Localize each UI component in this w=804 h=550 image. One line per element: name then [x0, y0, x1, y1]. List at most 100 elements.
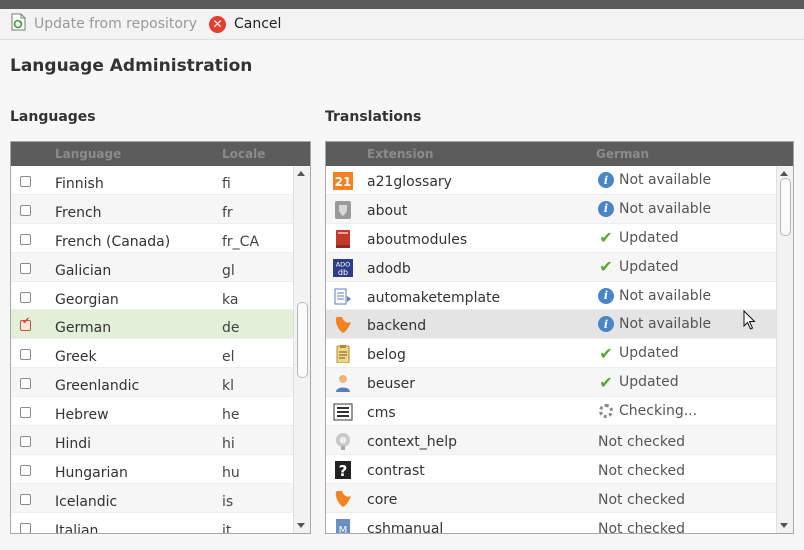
- language-checkbox[interactable]: [20, 493, 31, 505]
- column-header-extension[interactable]: Extension: [367, 147, 433, 161]
- languages-grid: Language Locale Finnish fi French fr French …: [10, 141, 311, 534]
- cancel-button[interactable]: ✕ Cancel: [209, 14, 281, 34]
- language-checkbox[interactable]: [20, 378, 31, 390]
- info-icon: i: [598, 172, 614, 188]
- translation-row[interactable]: core Not checked: [326, 483, 777, 513]
- translation-status: ✔ Updated: [598, 344, 678, 363]
- extension-name: belog: [367, 347, 406, 364]
- a21-icon: 21: [333, 172, 353, 190]
- language-checkbox[interactable]: [20, 291, 31, 303]
- language-row[interactable]: German de: [11, 310, 294, 340]
- translation-status: i Not available: [598, 287, 711, 304]
- translation-row[interactable]: Mcshmanual Not checked: [326, 513, 777, 533]
- language-row[interactable]: Greenlandic kl: [11, 368, 294, 398]
- language-row[interactable]: French (Canada) fr_CA: [11, 224, 294, 253]
- language-name: Greenlandic: [55, 378, 140, 395]
- extension-name: cms: [367, 405, 396, 422]
- translation-row[interactable]: cms Checking...: [326, 397, 777, 427]
- translation-status: i Not available: [598, 172, 711, 188]
- extension-name: about: [367, 202, 408, 219]
- translation-row[interactable]: ? contrast Not checked: [326, 455, 777, 484]
- cancel-icon: ✕: [209, 15, 226, 33]
- translation-row[interactable]: about i Not available: [326, 194, 777, 224]
- status-text: Not available: [619, 200, 712, 217]
- language-checkbox[interactable]: [20, 316, 31, 332]
- language-locale: he: [222, 407, 240, 424]
- extension-name: cshmanual: [367, 520, 444, 533]
- translation-row[interactable]: automaketemplate i Not available: [326, 282, 777, 311]
- language-locale: fi: [222, 176, 231, 192]
- checkmark-icon: ✔: [599, 257, 613, 277]
- language-row[interactable]: Hindi hi: [11, 426, 294, 455]
- language-row[interactable]: French fr: [11, 194, 294, 224]
- translation-row[interactable]: 21 a21glossary i Not available: [326, 166, 777, 195]
- language-checkbox[interactable]: [20, 233, 31, 245]
- extension-name: a21glossary: [367, 174, 452, 190]
- translations-scrollbar[interactable]: [776, 166, 793, 533]
- contrast-icon: ?: [333, 460, 353, 480]
- language-checkbox[interactable]: [20, 407, 31, 419]
- scroll-up-arrow[interactable]: [297, 171, 305, 176]
- language-row[interactable]: Greek el: [11, 339, 294, 369]
- language-row[interactable]: Italian it: [11, 513, 294, 533]
- scroll-down-arrow[interactable]: [780, 523, 788, 528]
- scroll-up-arrow[interactable]: [780, 171, 788, 176]
- info-icon: i: [598, 316, 614, 333]
- language-row[interactable]: Hungarian hu: [11, 455, 294, 484]
- translation-row[interactable]: belog ✔ Updated: [326, 339, 777, 369]
- language-checkbox[interactable]: [20, 262, 31, 274]
- status-text: Not checked: [598, 520, 685, 533]
- translation-status: ✔ Updated: [598, 257, 678, 277]
- language-name: Icelandic: [55, 493, 118, 510]
- language-row[interactable]: Finnish fi: [11, 166, 294, 195]
- language-locale: el: [222, 349, 235, 366]
- typo3-icon: [333, 490, 353, 508]
- language-name: French: [55, 204, 102, 221]
- adodb-icon: ADO db: [333, 258, 353, 277]
- translation-row[interactable]: context_help Not checked: [326, 426, 777, 455]
- translations-title: Translations: [325, 109, 422, 125]
- translation-row[interactable]: ADO db adodb ✔ Updated: [326, 252, 777, 282]
- language-name: Hindi: [55, 436, 92, 453]
- language-checkbox[interactable]: [20, 464, 31, 476]
- extension-name: core: [367, 491, 398, 508]
- update-from-repository-label: Update from repository: [34, 16, 197, 32]
- language-checkbox[interactable]: [20, 204, 31, 216]
- column-header-language[interactable]: Language: [55, 147, 121, 161]
- language-row[interactable]: Icelandic is: [11, 483, 294, 513]
- language-row[interactable]: Georgian ka: [11, 282, 294, 311]
- translation-status: Not checked: [598, 434, 685, 450]
- column-header-locale[interactable]: Locale: [222, 147, 265, 161]
- language-locale: de: [222, 320, 240, 337]
- language-name: Greek: [55, 349, 97, 366]
- translations-list: 21 a21glossary i Not available about i Not ava…: [326, 166, 777, 533]
- status-text: Not available: [619, 172, 712, 188]
- info-icon: i: [598, 200, 614, 217]
- extension-name: backend: [367, 318, 427, 335]
- language-row[interactable]: Hebrew he: [11, 397, 294, 427]
- language-locale: is: [222, 493, 234, 510]
- column-header-german[interactable]: German: [596, 147, 649, 161]
- translation-status: Not checked: [598, 463, 685, 479]
- translation-row[interactable]: beuser ✔ Updated: [326, 368, 777, 398]
- translation-row[interactable]: aboutmodules ✔ Updated: [326, 224, 777, 253]
- language-name: German: [55, 320, 112, 337]
- scroll-thumb[interactable]: [780, 178, 791, 236]
- translation-status: i Not available: [598, 316, 711, 333]
- language-name: Hungarian: [55, 464, 128, 481]
- translation-status: i Not available: [598, 200, 712, 217]
- scroll-thumb[interactable]: [297, 302, 308, 378]
- language-checkbox[interactable]: [20, 522, 31, 533]
- clipboard-icon: [333, 345, 353, 364]
- update-from-repository-button[interactable]: Update from repository: [11, 13, 197, 34]
- language-checkbox[interactable]: [20, 436, 31, 448]
- mouse-cursor-icon: [743, 309, 757, 334]
- translation-row[interactable]: backend i Not available: [326, 310, 777, 340]
- language-checkbox[interactable]: [20, 176, 31, 187]
- language-checkbox[interactable]: [20, 349, 31, 361]
- info-icon: i: [598, 287, 614, 304]
- status-text: Not checked: [598, 434, 685, 451]
- scroll-down-arrow[interactable]: [297, 523, 305, 528]
- languages-scrollbar[interactable]: [293, 166, 310, 533]
- language-row[interactable]: Galician gl: [11, 252, 294, 282]
